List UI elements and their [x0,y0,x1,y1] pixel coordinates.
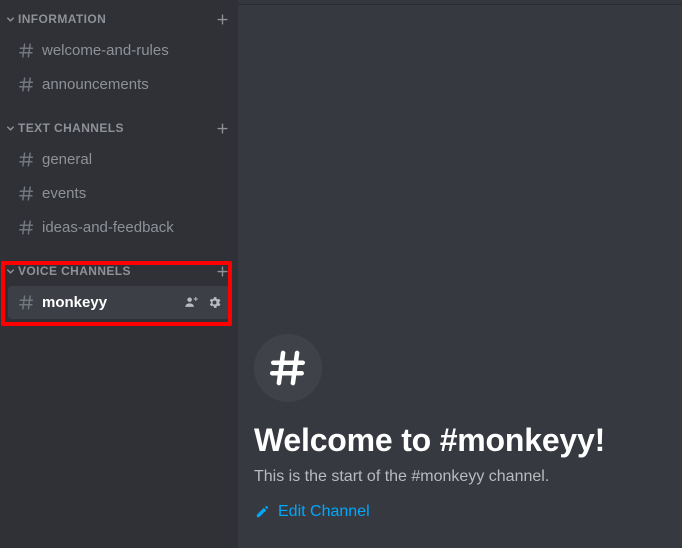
channel-item-welcome-and-rules[interactable]: welcome-and-rules [8,34,230,67]
hash-icon [16,184,36,204]
channel-name: announcements [42,75,149,93]
category-header-voice-channels[interactable]: VOICE CHANNELS [0,257,238,285]
channel-item-ideas-and-feedback[interactable]: ideas-and-feedback [8,211,230,244]
discord-app-window: INFORMATION welcome-and-rules announcement… [0,0,682,548]
hash-icon [254,333,322,402]
hash-icon [16,150,36,170]
channel-subtitle: This is the start of the #monkeyy channe… [254,467,550,485]
channel-name: events [42,184,87,202]
channel-name: ideas-and-feedback [42,218,174,236]
add-channel-button[interactable] [214,120,230,136]
hash-icon [16,41,36,61]
chevron-down-icon [4,265,16,277]
hash-icon [16,293,36,313]
add-channel-button[interactable] [214,263,230,279]
channel-item-monkeyy[interactable]: monkeyy [8,286,230,319]
category-label: INFORMATION [18,12,107,26]
pencil-icon [254,504,270,520]
category-label: TEXT CHANNELS [18,121,124,135]
category-header-information[interactable]: INFORMATION [0,5,238,33]
page-title: Welcome to #monkeyy! [254,421,606,458]
category-header-text-channels[interactable]: TEXT CHANNELS [0,114,238,142]
channel-item-general[interactable]: general [8,143,230,176]
channel-name: general [42,150,93,168]
category-label: VOICE CHANNELS [18,264,131,278]
channel-welcome-block: Welcome to #monkeyy! This is the start o… [254,333,666,525]
channel-sidebar: INFORMATION welcome-and-rules announcement… [0,0,238,548]
channel-actions [183,295,222,311]
channel-item-announcements[interactable]: announcements [8,68,230,101]
add-channel-button[interactable] [214,11,230,27]
edit-channel-link[interactable]: Edit Channel [254,502,370,522]
hash-icon [16,218,36,238]
chevron-down-icon [4,122,16,134]
category-spacer [0,102,238,114]
person-add-icon[interactable] [183,295,199,311]
main-top-strip [238,0,682,5]
channel-name: monkeyy [42,293,108,311]
category-spacer [0,245,238,257]
gear-icon[interactable] [206,295,222,311]
edit-channel-label: Edit Channel [278,502,370,520]
hash-icon [16,75,36,95]
channel-item-events[interactable]: events [8,177,230,210]
channel-main-content: Welcome to #monkeyy! This is the start o… [238,0,682,548]
chevron-down-icon [4,13,16,25]
channel-name: welcome-and-rules [42,41,169,59]
